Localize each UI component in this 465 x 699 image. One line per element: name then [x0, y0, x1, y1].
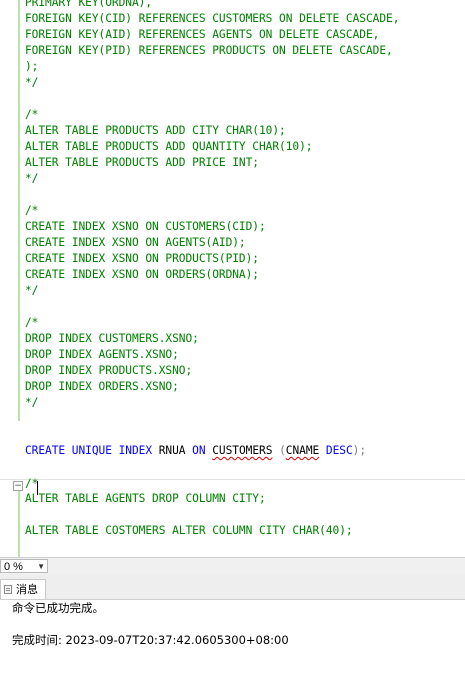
- code-line: ALTER TABLE AGENTS DROP COLUMN CITY;: [25, 492, 266, 505]
- code-line: DROP INDEX AGENTS.XSNO;: [25, 348, 179, 361]
- table-name-customers: CUSTOMERS: [212, 444, 273, 457]
- code-line: /*: [25, 108, 39, 121]
- code-line: FOREIGN KEY(PID) REFERENCES PRODUCTS ON …: [25, 44, 393, 57]
- code-line: CREATE INDEX XSNO ON AGENTS(AID);: [25, 236, 246, 249]
- code-line: DROP INDEX ORDERS.XSNO;: [25, 380, 179, 393]
- active-sql-statement[interactable]: CREATE UNIQUE INDEX RNUA ON CUSTOMERS (C…: [25, 443, 366, 459]
- current-line-divider: [0, 479, 465, 480]
- messages-pane: 命令已成功完成。 完成时间: 2023-09-07T20:37:42.06053…: [0, 600, 465, 699]
- code-line: CREATE INDEX XSNO ON ORDERS(ORDNA);: [25, 268, 259, 281]
- tab-messages-label: 消息: [16, 583, 38, 596]
- keyword-desc: DESC: [325, 444, 353, 457]
- query-editor[interactable]: PRIMARY KEY(ORDNA), FOREIGN KEY(CID) REFE…: [0, 0, 465, 557]
- code-line: CREATE INDEX XSNO ON PRODUCTS(PID);: [25, 252, 259, 265]
- code-line: */: [25, 284, 39, 297]
- chevron-down-icon: ▼: [37, 562, 45, 571]
- code-line: */: [25, 396, 39, 409]
- zoom-select[interactable]: 0 % ▼: [0, 559, 48, 573]
- index-name: RNUA: [158, 444, 186, 457]
- paren-close: );: [352, 444, 367, 457]
- results-tab-strip: 消息: [0, 575, 465, 600]
- success-message: 命令已成功完成。: [12, 601, 104, 615]
- code-line: ALTER TABLE PRODUCTS ADD PRICE INT;: [25, 156, 259, 169]
- change-tracking-bar: [18, 0, 20, 421]
- code-line: */: [25, 172, 39, 185]
- keyword-create-unique-index: CREATE UNIQUE INDEX: [25, 444, 153, 457]
- change-tracking-bar-lower: [18, 490, 20, 557]
- code-line: /*: [25, 316, 39, 329]
- keyword-on: ON: [192, 444, 206, 457]
- code-line: );: [25, 60, 39, 73]
- code-line: DROP INDEX PRODUCTS.XSNO;: [25, 364, 193, 377]
- code-line: ALTER TABLE PRODUCTS ADD CITY CHAR(10);: [25, 124, 286, 137]
- completion-time: 完成时间: 2023-09-07T20:37:42.0605300+08:00: [12, 633, 289, 647]
- code-line: FOREIGN KEY(AID) REFERENCES AGENTS ON DE…: [25, 28, 380, 41]
- code-line: /*: [25, 204, 39, 217]
- messages-icon: [4, 585, 12, 594]
- code-line: ALTER TABLE COSTOMERS ALTER COLUMN CITY …: [25, 524, 353, 537]
- column-name-cname: CNAME: [285, 444, 320, 457]
- zoom-value: 0 %: [4, 561, 23, 573]
- tab-messages[interactable]: 消息: [0, 579, 46, 599]
- code-line: PRIMARY KEY(ORDNA),: [25, 0, 153, 9]
- zoom-bar: 0 % ▼: [0, 557, 465, 575]
- code-line: DROP INDEX CUSTOMERS.XSNO;: [25, 332, 199, 345]
- text-cursor: [37, 481, 38, 495]
- code-line: CREATE INDEX XSNO ON CUSTOMERS(CID);: [25, 220, 266, 233]
- code-line: */: [25, 76, 39, 89]
- collapse-region-icon[interactable]: −: [13, 481, 23, 491]
- code-line: ALTER TABLE PRODUCTS ADD QUANTITY CHAR(1…: [25, 140, 313, 153]
- code-line: FOREIGN KEY(CID) REFERENCES CUSTOMERS ON…: [25, 12, 400, 25]
- paren-open: (: [279, 444, 286, 457]
